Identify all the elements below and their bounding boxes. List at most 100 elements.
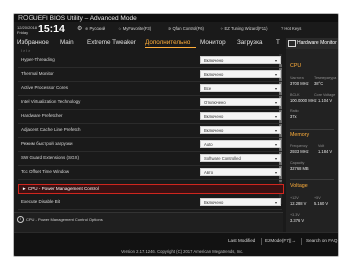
- setting-row: Execute Disable Bit Включено ▾: [18, 196, 282, 210]
- myfavorite-button[interactable]: ☆MyFavorite(F3): [118, 26, 151, 32]
- bclk-value: 100.0000 MHz: [290, 98, 317, 103]
- core-voltage-value: 1.104 V: [318, 98, 333, 103]
- divider: [261, 238, 262, 245]
- bclk-label: BCLK: [290, 93, 300, 97]
- cpu-temp-label: Температура: [314, 76, 337, 80]
- last-modified-button[interactable]: Last Modified: [228, 238, 255, 244]
- info-icon: i: [17, 216, 24, 223]
- chevron-down-icon: ▾: [274, 86, 277, 91]
- v5-value: 5.160 V: [314, 201, 329, 206]
- memory-capacity-label: Capacity: [290, 161, 305, 165]
- qfan-label: Qfan Control(F6): [172, 26, 204, 31]
- chevron-down-icon: ▾: [274, 72, 277, 77]
- footer: Last Modified EzMode(F7)|→ Search on FAQ…: [14, 232, 338, 256]
- dropdown-value: Все: [204, 86, 212, 91]
- ez-tuning-button[interactable]: ✧EZ Tuning Wizard(F11): [220, 26, 268, 32]
- setting-label: Active Processor Cores: [21, 85, 69, 90]
- tab-boot[interactable]: Загрузка: [237, 38, 262, 47]
- myfavorite-label: MyFavorite(F3): [122, 26, 152, 31]
- tab-extreme-tweaker[interactable]: Extreme Tweaker: [87, 38, 136, 47]
- setting-row: Hardware Prefetcher Включено ▾: [18, 110, 282, 124]
- clock: 15:14: [38, 23, 65, 35]
- setting-row: Adjacent Cache Line Prefetch Включено ▾: [18, 124, 282, 138]
- setting-label: Intel Virtualization Technology: [21, 99, 81, 104]
- setting-dropdown[interactable]: Все ▾: [200, 84, 281, 92]
- divider: [290, 179, 334, 180]
- ezmode-button[interactable]: EzMode(F7)|→: [265, 238, 296, 244]
- active-tab-underline: [145, 47, 196, 48]
- cpu-freq-value: 3700 MHz: [290, 81, 309, 86]
- globe-icon: ⊕: [85, 26, 89, 31]
- wand-icon: ✧: [220, 26, 224, 31]
- setting-dropdown[interactable]: Включено ▾: [200, 112, 281, 120]
- submenu-label: ► CPU - Power Management Control: [22, 186, 99, 191]
- dropdown-value: Auto: [204, 142, 213, 147]
- help-panel: i CPU - Power Management Control Options: [14, 212, 283, 233]
- setting-row: Active Processor Cores Все ▾: [18, 82, 282, 96]
- setting-dropdown[interactable]: Включено ▾: [200, 70, 281, 78]
- setting-row: Intel Virtualization Technology Отключен…: [18, 96, 282, 110]
- monitor-icon: [288, 40, 296, 47]
- app-title: UEFI BIOS Utility – Advanced Mode: [33, 15, 137, 22]
- v33-label: +3.3V: [290, 213, 300, 217]
- setting-dropdown[interactable]: Включено ▾: [200, 198, 281, 206]
- star-icon: ☆: [118, 26, 122, 31]
- hotkeys-button[interactable]: ?Hot Keys: [281, 26, 301, 32]
- toolbar: ⊕Русский ☆MyFavorite(F3) ✲Qfan Control(F…: [85, 26, 335, 34]
- language-button[interactable]: ⊕Русский: [85, 26, 105, 32]
- setting-label: Tcc Offset Time Window: [21, 169, 70, 174]
- setting-label: Режим быстрой загрузки: [21, 141, 73, 146]
- setting-dropdown[interactable]: Включено ▾: [200, 126, 281, 134]
- divider: [301, 238, 302, 245]
- core-voltage-label: Core Voltage: [314, 93, 336, 97]
- tab-advanced[interactable]: Дополнительно: [145, 38, 190, 47]
- setting-label: Hardware Prefetcher: [21, 113, 63, 118]
- tab-monitor[interactable]: Монитор: [200, 38, 226, 47]
- gear-icon[interactable]: ⚙: [77, 25, 82, 32]
- search-faq-button[interactable]: Search on FAQ: [306, 238, 337, 244]
- version-text: Version 2.17.1246. Copyright (C) 2017 Am…: [121, 249, 244, 254]
- memory-section-title: Memory: [290, 132, 310, 138]
- fan-icon: ✲: [168, 26, 172, 31]
- v12-value: 12.288 V: [290, 201, 307, 206]
- help-text: CPU - Power Management Control Options: [26, 217, 103, 222]
- chevron-down-icon: ▾: [274, 170, 277, 175]
- dropdown-value: Включено: [204, 72, 224, 77]
- memory-capacity-value: 32768 MB: [290, 166, 309, 171]
- setting-label: Hyper-Threading: [21, 57, 55, 62]
- setting-dropdown[interactable]: Включено ▾: [200, 56, 281, 64]
- breadcrumb: \ > \ >: [21, 49, 31, 53]
- setting-label: Adjacent Cache Line Prefetch: [21, 127, 81, 132]
- setting-row: Режим быстрой загрузки Auto ▾: [18, 138, 282, 152]
- chevron-down-icon: ▾: [274, 114, 277, 119]
- hotkeys-label: Hot Keys: [284, 26, 302, 31]
- tab-main[interactable]: Main: [60, 38, 74, 47]
- setting-dropdown[interactable]: Auto ▾: [200, 140, 281, 148]
- day-text: Friday: [17, 30, 29, 35]
- chevron-down-icon: ▾: [274, 128, 277, 133]
- dropdown-value: Software Controlled: [204, 156, 241, 161]
- setting-dropdown[interactable]: Отключено ▾: [200, 98, 281, 106]
- setting-row: Thermal Monitor Включено ▾: [18, 68, 282, 82]
- setting-label: SW Guard Extensions (SGX): [21, 155, 80, 160]
- key-icon: ?: [281, 26, 284, 31]
- tab-favorites[interactable]: Избранное: [17, 38, 49, 47]
- dropdown-value: Включено: [204, 200, 224, 205]
- memory-freq-label: Frequency: [290, 144, 308, 148]
- chevron-down-icon: ▾: [274, 200, 277, 205]
- ratio-label: Ratio: [290, 109, 299, 113]
- setting-dropdown[interactable]: Software Controlled ▾: [200, 154, 281, 162]
- v12-label: +12V: [290, 196, 299, 200]
- cpu-power-management-item[interactable]: ► CPU - Power Management Control: [18, 184, 284, 194]
- dropdown-value: Включено: [204, 58, 224, 63]
- dropdown-value: Авто: [204, 170, 214, 175]
- dropdown-value: Включено: [204, 114, 224, 119]
- voltage-section-title: Voltage: [290, 183, 308, 189]
- qfan-button[interactable]: ✲Qfan Control(F6): [168, 26, 204, 32]
- hardware-monitor-panel: CPU Частота Температура 3700 MHz 38°C BC…: [286, 49, 338, 232]
- ratio-value: 37x: [290, 114, 297, 119]
- tab-tool[interactable]: T: [276, 38, 280, 47]
- setting-row: SW Guard Extensions (SGX) Software Contr…: [18, 152, 282, 166]
- setting-dropdown[interactable]: Авто ▾: [200, 168, 281, 176]
- dropdown-value: Включено: [204, 128, 224, 133]
